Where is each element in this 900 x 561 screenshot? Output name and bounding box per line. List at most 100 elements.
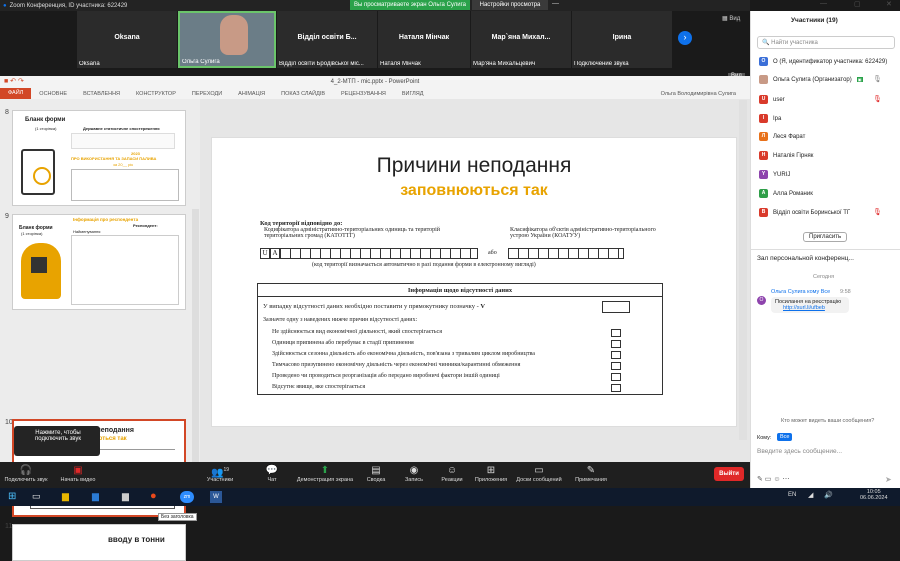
chat-input[interactable]: Введите здесь сообщение... bbox=[757, 448, 842, 455]
tab-file[interactable]: ФАЙЛ bbox=[0, 88, 32, 99]
participant-row[interactable]: I Іра bbox=[759, 114, 897, 123]
tab-design[interactable]: КОНСТРУКТОР bbox=[128, 91, 184, 97]
reason-checkbox[interactable] bbox=[611, 351, 621, 359]
leave-meeting-button[interactable]: Выйти bbox=[714, 467, 744, 481]
slide-thumbnail-11[interactable]: вводу в тонни bbox=[12, 524, 186, 561]
windows-start-icon[interactable]: ⊞ bbox=[8, 491, 16, 502]
participant-search-input[interactable]: 🔍 Найти участника bbox=[757, 36, 895, 49]
tile-label: Мар'яна Михальцевич bbox=[473, 61, 536, 67]
toolbar-label: Примечания bbox=[575, 477, 607, 483]
avatar: I bbox=[759, 114, 768, 123]
chat-link[interactable]: http://surl.li/ufbeb bbox=[775, 305, 845, 311]
participants-button[interactable]: 👥19 Участники bbox=[203, 464, 237, 483]
thumb-title: вводу в тонни bbox=[108, 535, 165, 544]
view-button[interactable]: ▦ Вид bbox=[722, 15, 740, 22]
recipient-select[interactable]: Все bbox=[777, 433, 793, 441]
send-icon[interactable]: ➤ bbox=[885, 475, 892, 484]
koatuu-code-boxes[interactable] bbox=[508, 248, 624, 259]
slide-scrollbar[interactable] bbox=[739, 100, 747, 440]
file-manager-icon[interactable]: ▆ bbox=[122, 491, 129, 502]
territory-code-boxes[interactable]: U A bbox=[260, 248, 478, 259]
tab-view[interactable]: ВИГЛЯД bbox=[394, 91, 432, 97]
slide-thumbnail-9[interactable]: Інформація про респондента Бланк форми (… bbox=[12, 214, 186, 310]
thumb-r1: Найменування bbox=[73, 229, 101, 234]
chrome-icon[interactable]: ● bbox=[150, 490, 157, 502]
reactions-button[interactable]: ☺ Реакции bbox=[440, 464, 464, 483]
thumb-title: Бланк форми bbox=[25, 117, 66, 123]
record-button[interactable]: ◉ Запись bbox=[402, 464, 426, 483]
toolbar-label: Доски сообщений bbox=[516, 477, 562, 483]
to-label: Кому: bbox=[757, 435, 772, 441]
reason-checkbox[interactable] bbox=[611, 373, 621, 381]
participant-row[interactable]: Y YURIJ bbox=[759, 170, 897, 179]
whiteboard-icon: ▭ bbox=[534, 465, 544, 476]
tab-insert[interactable]: ВСТАВЛЕННЯ bbox=[75, 91, 128, 97]
tab-home[interactable]: ОСНОВНЕ bbox=[31, 91, 75, 97]
video-tile[interactable]: Наталя Мінчак Наталя Мінчак bbox=[378, 11, 470, 68]
toolbar-label: Реакции bbox=[441, 477, 463, 483]
folder-icon[interactable]: ▆ bbox=[62, 491, 69, 502]
reason-checkbox[interactable] bbox=[611, 340, 621, 348]
store-icon[interactable]: ▆ bbox=[92, 491, 99, 502]
tab-review[interactable]: РЕЦЕНЗУВАННЯ bbox=[333, 91, 394, 97]
tab-animation[interactable]: АНІМАЦІЯ bbox=[230, 91, 273, 97]
audio-button[interactable]: 🎧 Подключить звук bbox=[4, 464, 48, 483]
taskview-icon[interactable]: ▭ bbox=[32, 491, 41, 502]
notes-button[interactable]: ✎ Примечания bbox=[572, 464, 610, 483]
toolbar-label: Подключить звук bbox=[4, 477, 48, 483]
thumb-scrollbar[interactable] bbox=[192, 209, 199, 489]
word-icon[interactable]: W bbox=[210, 491, 222, 503]
close-icon[interactable]: ✕ bbox=[886, 0, 892, 8]
reason-checkbox[interactable] bbox=[611, 329, 621, 337]
participant-name: Леся Фарат bbox=[773, 133, 806, 140]
share-screen-button[interactable]: ⬆ Демонстрация экрана bbox=[295, 464, 355, 483]
tab-slideshow[interactable]: ПОКАЗ СЛАЙДІВ bbox=[273, 91, 333, 97]
who-sees-messages-link[interactable]: Кто может видеть ваши сообщения? bbox=[781, 418, 874, 424]
video-tile[interactable]: Відділ освіти Б... Відділ освіти Бродівс… bbox=[277, 11, 377, 68]
network-icon: ◢ bbox=[808, 492, 814, 499]
restore-icon[interactable]: ▢ bbox=[854, 0, 861, 8]
tab-transitions[interactable]: ПЕРЕХОДИ bbox=[184, 91, 230, 97]
volume-icon[interactable]: 🔊 bbox=[824, 491, 833, 499]
chat-date: Сегодня bbox=[813, 274, 835, 280]
start-video-button[interactable]: ▣ Начать видео bbox=[58, 464, 98, 483]
no-data-checkbox[interactable] bbox=[602, 301, 630, 313]
chat-format-icons[interactable]: ✎ ▭ ☺ ⋯ bbox=[757, 475, 789, 483]
toolbar-label: Приложения bbox=[474, 477, 508, 483]
or-label: або bbox=[488, 250, 497, 256]
participant-row[interactable]: Н Наталія Гірняк bbox=[759, 151, 897, 160]
chat-button[interactable]: 💬 Чат bbox=[262, 464, 282, 483]
invite-button[interactable]: Пригласить bbox=[803, 232, 848, 242]
avatar: U bbox=[759, 95, 768, 104]
video-tile[interactable]: Мар`яна Михал... Мар'яна Михальцевич bbox=[471, 11, 571, 68]
participant-row[interactable]: Л Леся Фарат bbox=[759, 132, 897, 141]
ppt-user-name[interactable]: Ольга Володимирівна Сулига bbox=[661, 91, 750, 97]
no-data-instruction: У випадку відсутності даних необхідно по… bbox=[263, 303, 485, 310]
minimize-icon[interactable]: — bbox=[552, 0, 559, 7]
clock[interactable]: 10:05 06.06.2024 bbox=[860, 489, 888, 501]
participant-row[interactable]: А Алла Романик bbox=[759, 189, 897, 198]
tooltip: Без заголовка bbox=[158, 513, 197, 521]
tile-label: Відділ освіти Бродівської міс... bbox=[279, 61, 364, 67]
video-tile-active-speaker[interactable]: Ольга Сулига bbox=[178, 11, 276, 68]
whiteboards-button[interactable]: ▭ Доски сообщений bbox=[514, 464, 564, 483]
video-tile[interactable]: Ірина Подключение звука bbox=[572, 11, 672, 68]
unmute-toast[interactable]: Нажмите, чтобы подключить звук bbox=[14, 426, 100, 456]
minimize-panel-icon[interactable]: — bbox=[820, 0, 827, 7]
video-tile[interactable]: Oksana Oksana bbox=[77, 11, 177, 68]
slide-thumbnail-8[interactable]: Бланк форми (1 сторінка) Державне статис… bbox=[12, 110, 186, 206]
thumb-form-block bbox=[71, 133, 175, 149]
ppt-logo-icon: ■ ↶ ↷ bbox=[4, 78, 24, 85]
language-indicator[interactable]: EN bbox=[788, 492, 796, 498]
zoom-app-icon[interactable]: zm bbox=[180, 491, 194, 503]
koatuu-text: Класифікатора об'єктів адміністративно-т… bbox=[510, 227, 656, 239]
reason-checkbox[interactable] bbox=[611, 362, 621, 370]
ppt-ribbon: ФАЙЛ ОСНОВНЕ ВСТАВЛЕННЯ КОНСТРУКТОР ПЕРЕ… bbox=[0, 88, 750, 99]
view-settings-button[interactable]: Настройки просмотра bbox=[472, 0, 548, 10]
reasons-heading: Зазначте одну з наведених нижче причин в… bbox=[263, 317, 418, 323]
participant-row[interactable]: О О (Я, идентификатор участника: 622429) bbox=[759, 57, 897, 66]
summary-button[interactable]: ▤ Сводка bbox=[364, 464, 388, 483]
reason-checkbox[interactable] bbox=[611, 384, 621, 392]
apps-button[interactable]: ⊞ Приложения bbox=[474, 464, 508, 483]
next-page-arrow-icon[interactable]: › bbox=[678, 31, 692, 45]
